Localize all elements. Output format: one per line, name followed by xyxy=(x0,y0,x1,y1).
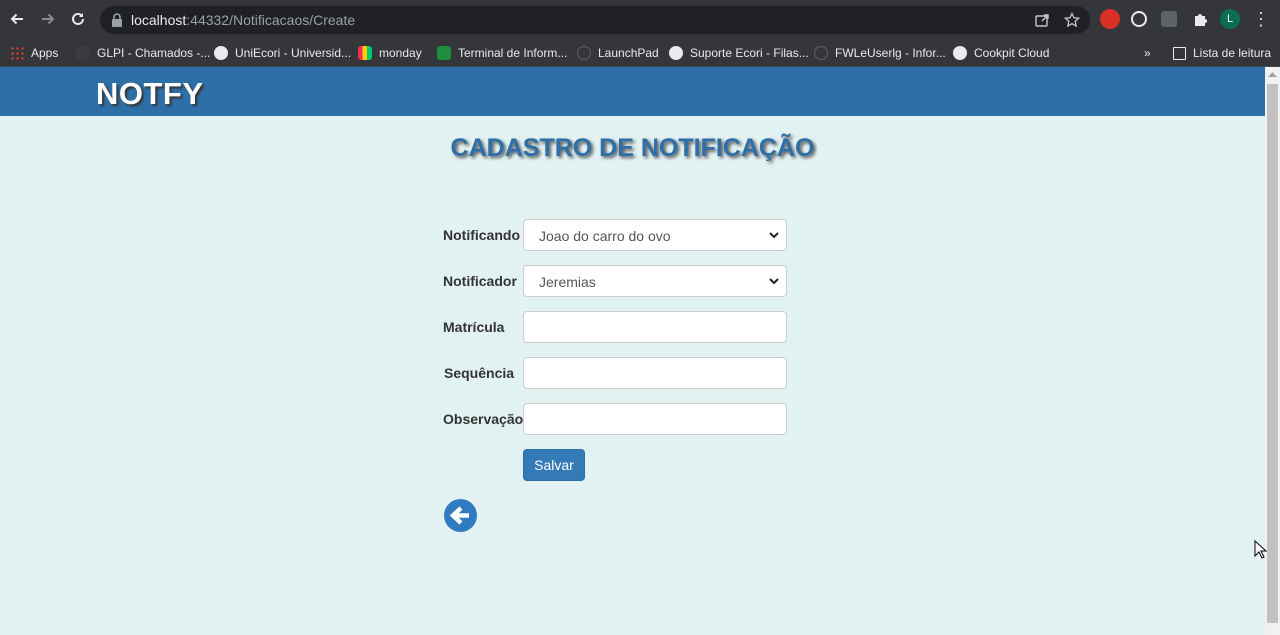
reload-icon[interactable] xyxy=(66,7,90,31)
globe-icon xyxy=(669,46,683,60)
extension-hand-icon[interactable] xyxy=(1100,9,1120,29)
reading-list-icon xyxy=(1173,46,1186,60)
bookmarks-bar: Apps GLPI - Chamados -... UniEcori - Uni… xyxy=(0,38,1280,67)
notificador-select[interactable]: Jeremias xyxy=(523,265,787,297)
bookmark-fwleuserlg[interactable]: FWLeUserlg - Infor... xyxy=(814,43,946,63)
chevron-down-icon xyxy=(769,278,779,285)
bookmark-uniecori[interactable]: UniEcori - Universid... xyxy=(214,43,351,63)
bookmark-apps[interactable]: Apps xyxy=(10,43,58,63)
bookmark-glpi[interactable]: GLPI - Chamados -... xyxy=(76,43,210,63)
bookmark-suporte[interactable]: Suporte Ecori - Filas... xyxy=(669,43,809,63)
sequencia-label: Sequência xyxy=(444,365,515,381)
sequencia-input[interactable] xyxy=(523,357,787,389)
notificador-label: Notificador xyxy=(443,273,517,289)
glpi-favicon-icon xyxy=(76,46,90,60)
mouse-cursor-icon xyxy=(1254,540,1267,559)
bookmark-terminal[interactable]: Terminal de Inform... xyxy=(437,43,567,63)
page-scrollbar[interactable] xyxy=(1265,67,1280,635)
notificando-label: Notificando xyxy=(443,227,520,243)
share-icon[interactable] xyxy=(1034,12,1050,28)
more-bookmarks-button[interactable]: » xyxy=(1144,43,1151,63)
observacao-input[interactable] xyxy=(523,403,787,435)
matricula-input[interactable] xyxy=(523,311,787,343)
scroll-thumb[interactable] xyxy=(1267,84,1278,623)
page-title: CADASTRO DE NOTIFICAÇÃO xyxy=(450,134,815,162)
save-button[interactable]: Salvar xyxy=(523,449,585,481)
kebab-menu-icon[interactable]: ⋮ xyxy=(1249,7,1273,31)
globe-icon xyxy=(953,46,967,60)
url-text: localhost:44332/Notificacaos/Create xyxy=(131,12,356,28)
terminal-favicon-icon xyxy=(437,46,451,60)
notificando-select[interactable]: Joao do carro do ovo xyxy=(523,219,787,251)
circle-arrow-left-icon xyxy=(444,499,477,532)
browser-toolbar: localhost:44332/Notificacaos/Create L ⋮ xyxy=(0,0,1280,38)
reading-list-button[interactable]: Lista de leitura xyxy=(1173,43,1271,63)
puzzle-icon[interactable] xyxy=(1188,7,1212,31)
monday-favicon-icon xyxy=(358,46,372,60)
star-icon[interactable] xyxy=(1064,12,1080,28)
extension-translate-icon[interactable] xyxy=(1161,11,1177,27)
extension-chat-icon[interactable] xyxy=(1131,11,1147,27)
bookmark-monday[interactable]: monday xyxy=(358,43,422,63)
back-button[interactable] xyxy=(443,498,478,533)
apps-grid-icon xyxy=(10,46,24,60)
bookmark-launchpad[interactable]: LaunchPad xyxy=(577,43,659,63)
launchpad-favicon-icon xyxy=(577,46,591,60)
lock-icon xyxy=(112,13,122,27)
bookmark-cookpit[interactable]: Cookpit Cloud xyxy=(953,43,1049,63)
matricula-label: Matrícula xyxy=(443,319,505,335)
back-arrow-icon[interactable] xyxy=(5,7,29,31)
chevron-down-icon xyxy=(769,232,779,239)
profile-avatar[interactable]: L xyxy=(1220,9,1240,29)
globe-icon xyxy=(214,46,228,60)
observacao-label: Observação xyxy=(443,411,524,427)
address-bar[interactable]: localhost:44332/Notificacaos/Create xyxy=(100,6,1090,34)
forward-arrow-icon[interactable] xyxy=(36,7,60,31)
fwleuserlg-favicon-icon xyxy=(814,46,828,60)
app-navbar: NOTFY xyxy=(0,67,1265,116)
scroll-up-arrow-icon[interactable] xyxy=(1268,71,1277,77)
brand-logo[interactable]: NOTFY xyxy=(96,76,204,112)
